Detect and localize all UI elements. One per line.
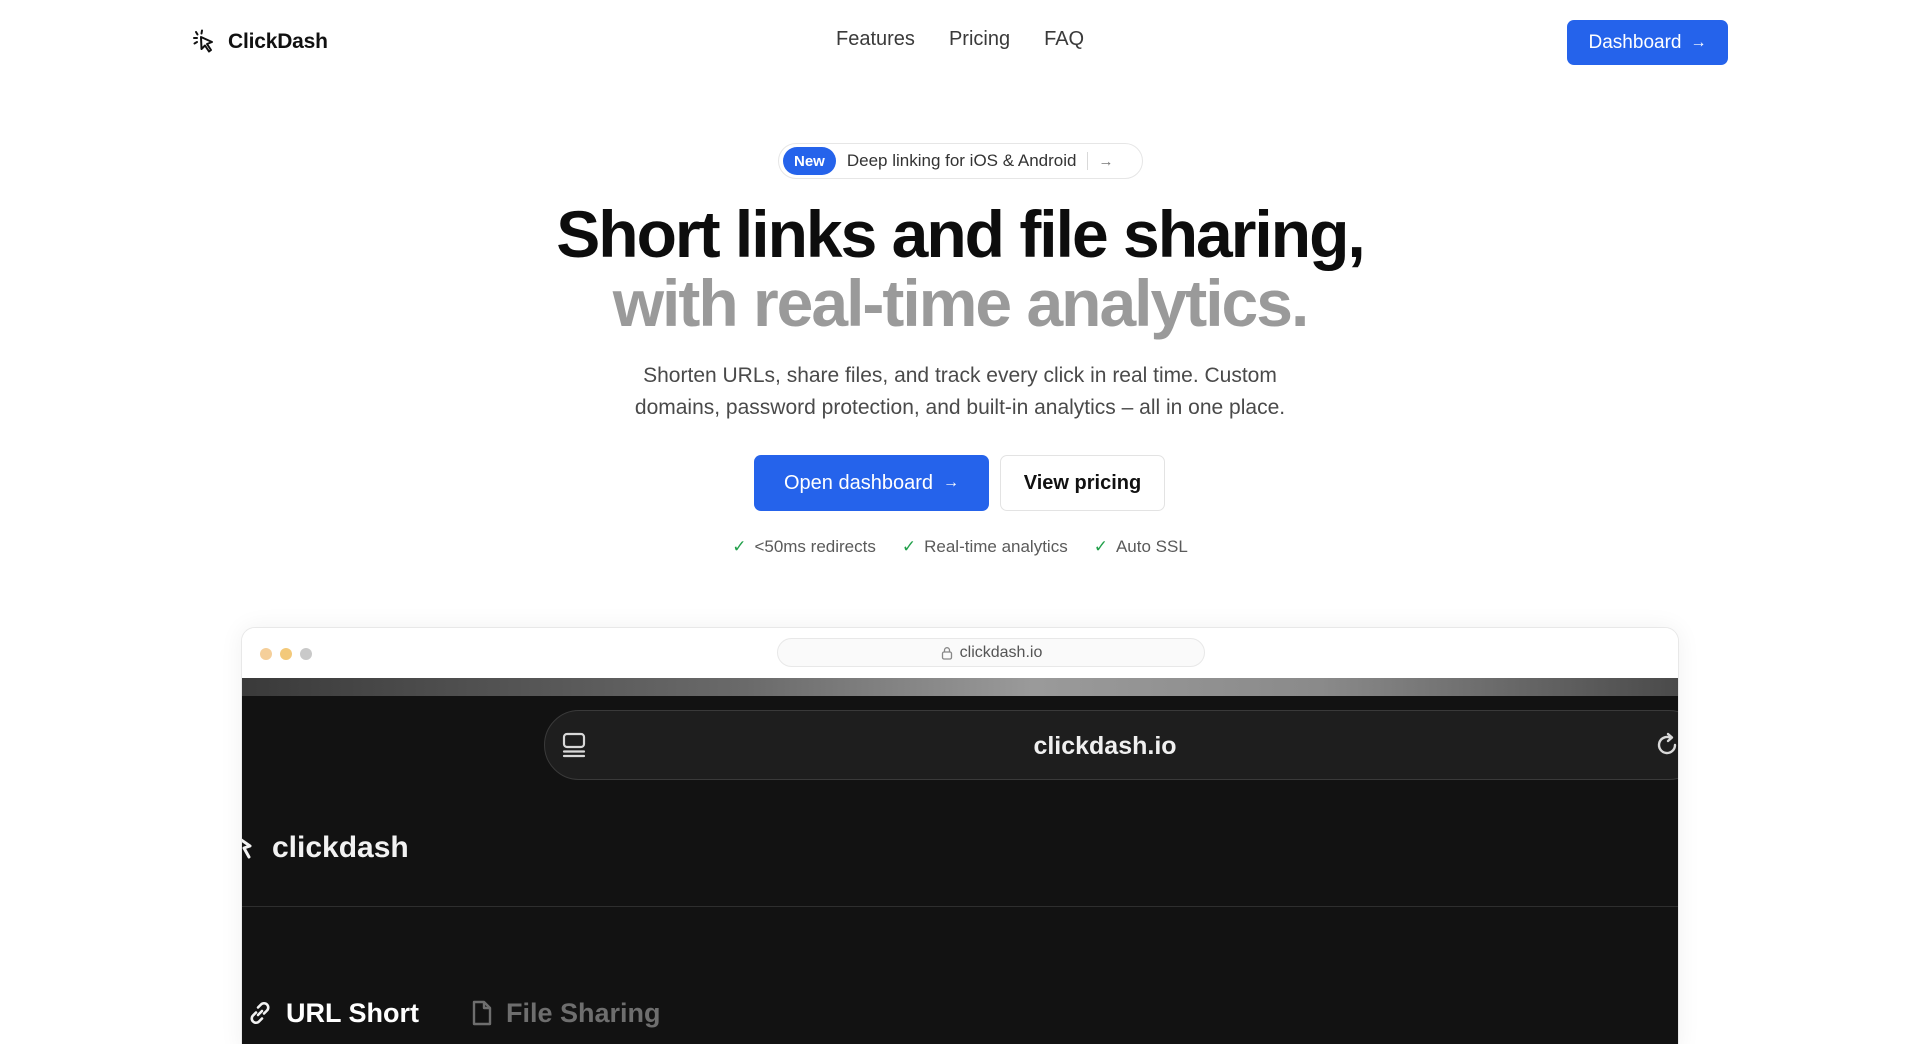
- view-pricing-button[interactable]: View pricing: [1000, 455, 1165, 511]
- tab-label: File Sharing: [506, 997, 661, 1028]
- address-text: clickdash.io: [959, 643, 1043, 661]
- inner-brand-name: clickdash: [272, 831, 409, 864]
- landing-page: ClickDash Features Pricing FAQ Dashboard…: [0, 0, 1920, 1044]
- address-bar: clickdash.io: [777, 638, 1205, 667]
- announcement-badge[interactable]: New Deep linking for iOS & Android →: [778, 143, 1143, 179]
- feature-checklist: ✓ <50ms redirects ✓ Real-time analytics …: [0, 537, 1920, 557]
- tab-url-short[interactable]: URL Short: [246, 983, 419, 1043]
- check-icon: ✓: [901, 537, 917, 556]
- new-tag: New: [783, 147, 836, 175]
- screen-top-gradient: [242, 678, 1678, 696]
- arrow-right-icon: →: [1690, 33, 1707, 51]
- feature-label: Auto SSL: [1115, 537, 1188, 556]
- feature-item: ✓ Real-time analytics: [902, 537, 1068, 557]
- brand-name: ClickDash: [228, 30, 328, 53]
- minimize-dot-icon: [280, 648, 292, 660]
- inner-address-bar: clickdash.io: [544, 710, 1678, 780]
- feature-item: ✓ <50ms redirects: [732, 537, 876, 557]
- mockup-screen: clickdash.io clickdash URL Short File Sh…: [242, 678, 1678, 1044]
- hero-title-muted: with real-time analytics.: [612, 266, 1310, 340]
- dashboard-button[interactable]: Dashboard →: [1567, 20, 1728, 65]
- mockup-tabs: URL Short File Sharing: [242, 983, 942, 1044]
- window-controls: [260, 648, 312, 660]
- hero-subtitle: Shorten URLs, share files, and track eve…: [560, 360, 1360, 424]
- open-dashboard-button[interactable]: Open dashboard →: [754, 455, 989, 511]
- inner-url-text: clickdash.io: [1033, 731, 1177, 760]
- feature-label: Real-time analytics: [924, 537, 1068, 556]
- badge-divider: [1087, 152, 1089, 170]
- reload-icon: [1657, 732, 1677, 755]
- cursor-click-icon: [193, 29, 213, 53]
- inner-brand: clickdash: [242, 828, 409, 868]
- file-icon: [472, 1000, 492, 1026]
- tab-file-sharing[interactable]: File Sharing: [470, 983, 661, 1043]
- nav-link-features[interactable]: Features: [836, 28, 915, 51]
- browser-mockup: clickdash.io clickdash.io clickdash URL …: [241, 627, 1679, 1044]
- browser-toolbar: clickdash.io: [242, 628, 1678, 678]
- brand-logo[interactable]: ClickDash: [190, 26, 328, 58]
- top-nav: ClickDash Features Pricing FAQ Dashboard…: [0, 0, 1920, 84]
- hero-subtitle-line2: domains, password protection, and built-…: [634, 396, 1286, 419]
- lock-icon: [941, 646, 952, 660]
- feature-item: ✓ Auto SSL: [1094, 537, 1188, 557]
- feature-label: <50ms redirects: [754, 537, 876, 556]
- tab-label: URL Short: [286, 997, 419, 1028]
- nav-links: Features Pricing FAQ: [836, 28, 1084, 51]
- arrow-right-icon: →: [943, 474, 959, 491]
- dashboard-button-label: Dashboard: [1588, 31, 1682, 53]
- link-icon: [250, 1001, 270, 1025]
- maximize-dot-icon: [300, 648, 312, 660]
- divider: [242, 906, 1678, 907]
- announcement-text: Deep linking for iOS & Android: [846, 151, 1077, 170]
- hero-title: Short links and file sharing,: [556, 197, 1365, 271]
- close-dot-icon: [260, 648, 272, 660]
- arrow-right-icon: →: [1098, 152, 1114, 170]
- nav-link-pricing[interactable]: Pricing: [949, 28, 1010, 51]
- hero-subtitle-line1: Shorten URLs, share files, and track eve…: [643, 364, 1277, 387]
- cursor-icon: [242, 838, 252, 859]
- open-dashboard-label: Open dashboard: [783, 471, 933, 494]
- nav-link-faq[interactable]: FAQ: [1044, 28, 1084, 51]
- check-icon: ✓: [1093, 537, 1108, 556]
- check-icon: ✓: [732, 537, 747, 556]
